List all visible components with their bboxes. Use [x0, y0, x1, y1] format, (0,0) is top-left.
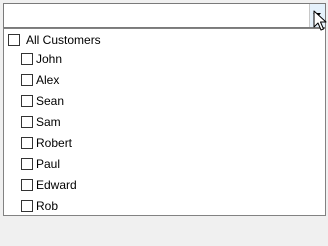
- tree-item-label: Paul: [36, 157, 61, 171]
- checkbox[interactable]: [21, 74, 33, 86]
- dropdown-panel: All Customers John Alex Sean Sam Robert …: [3, 28, 326, 216]
- checkbox[interactable]: [21, 53, 33, 65]
- mouse-cursor-icon: [313, 10, 327, 31]
- tree-item-john[interactable]: John: [21, 50, 62, 68]
- checkbox[interactable]: [21, 116, 33, 128]
- tree-item-label: John: [36, 52, 63, 66]
- tree-item-all-customers[interactable]: All Customers: [8, 31, 101, 49]
- customer-combobox[interactable]: [3, 3, 326, 28]
- checkbox[interactable]: [8, 34, 20, 46]
- tree-item-label: Edward: [36, 178, 77, 192]
- checkbox[interactable]: [21, 137, 33, 149]
- tree-item-label: Sean: [36, 94, 65, 108]
- tree-item-robert[interactable]: Robert: [21, 134, 72, 152]
- tree-item-sam[interactable]: Sam: [21, 113, 61, 131]
- tree-item-rob[interactable]: Rob: [21, 197, 58, 215]
- checkbox[interactable]: [21, 95, 33, 107]
- tree-item-label: All Customers: [26, 33, 101, 47]
- checkbox[interactable]: [21, 179, 33, 191]
- checkbox[interactable]: [21, 200, 33, 212]
- tree-item-label: Alex: [36, 73, 60, 87]
- tree-item-sean[interactable]: Sean: [21, 92, 64, 110]
- tree-item-label: Sam: [36, 115, 61, 129]
- combobox-value: [8, 9, 301, 23]
- tree-item-label: Rob: [36, 199, 59, 213]
- tree-item-label: Robert: [36, 136, 73, 150]
- tree-item-edward[interactable]: Edward: [21, 176, 77, 194]
- tree-item-paul[interactable]: Paul: [21, 155, 60, 173]
- tree-item-alex[interactable]: Alex: [21, 71, 59, 89]
- checkbox[interactable]: [21, 158, 33, 170]
